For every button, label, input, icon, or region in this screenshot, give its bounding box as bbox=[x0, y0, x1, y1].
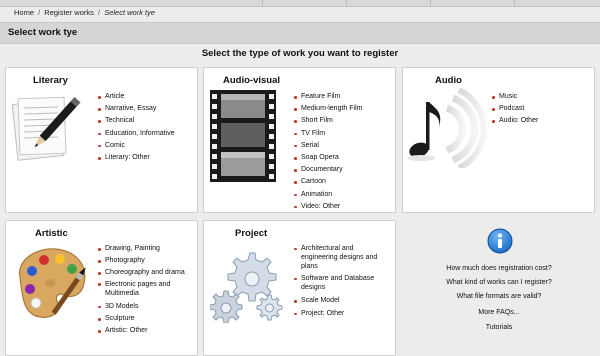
list-item[interactable]: Choreography and drama bbox=[98, 267, 194, 279]
pencil-paper-icon bbox=[12, 96, 81, 161]
paint-palette-icon bbox=[18, 248, 86, 318]
list-item[interactable]: 3D Models bbox=[98, 301, 194, 313]
faq-link-tutorials[interactable]: Tutorials bbox=[403, 324, 595, 331]
list-item[interactable]: Education, Informative bbox=[98, 128, 194, 140]
film-strip-icon bbox=[210, 90, 276, 182]
section-title: Select work tye bbox=[8, 27, 78, 38]
gears-icon bbox=[210, 252, 283, 323]
faq-link-kinds[interactable]: What kind of works can I register? bbox=[403, 279, 595, 286]
list-item[interactable]: Video: Other bbox=[294, 201, 392, 213]
tab-divider bbox=[514, 0, 515, 6]
list-item[interactable]: Short Film bbox=[294, 115, 392, 127]
list-item[interactable]: Serial bbox=[294, 140, 392, 152]
card-literary[interactable]: Literary Article Narrative, Essay Techni… bbox=[5, 67, 198, 213]
list-item[interactable]: Animation bbox=[294, 189, 392, 201]
list-item[interactable]: Documentary bbox=[294, 164, 392, 176]
breadcrumb-home-link[interactable]: Home bbox=[14, 8, 34, 17]
card-title-audio-visual: Audio-visual bbox=[223, 75, 281, 86]
list-item[interactable]: Literary: Other bbox=[98, 152, 194, 164]
audio-type-list: Music Podcast Audio: Other bbox=[492, 91, 592, 128]
list-item[interactable]: Soap Opera bbox=[294, 152, 392, 164]
list-item[interactable]: Project: Other bbox=[294, 308, 392, 320]
breadcrumb: Home / Register works / Select work tye bbox=[14, 8, 155, 17]
breadcrumb-register-link[interactable]: Register works bbox=[44, 8, 94, 17]
top-tab-strip bbox=[0, 0, 600, 7]
card-artistic[interactable]: Artistic Drawing, Painting Photography C… bbox=[5, 220, 198, 356]
breadcrumb-separator: / bbox=[98, 8, 101, 17]
list-item[interactable]: Cartoon bbox=[294, 176, 392, 188]
info-icon bbox=[487, 228, 513, 254]
list-item[interactable]: Medium-length Film bbox=[294, 103, 392, 115]
list-item[interactable]: Architectural and engineering designs an… bbox=[294, 244, 387, 271]
list-item[interactable]: Article bbox=[98, 91, 194, 103]
card-audio[interactable]: Audio Music Podcast Audio: Other bbox=[402, 67, 595, 213]
card-audio-visual[interactable]: Audio-visual Feature Film Medium-length … bbox=[203, 67, 396, 213]
tab-divider bbox=[346, 0, 347, 6]
list-item[interactable]: Sculpture bbox=[98, 313, 194, 325]
tab-divider bbox=[262, 0, 263, 6]
artistic-type-list: Drawing, Painting Photography Choreograp… bbox=[98, 243, 194, 337]
list-item[interactable]: Artistic: Other bbox=[98, 325, 194, 337]
list-item[interactable]: Electronic pages and Multimedia bbox=[98, 280, 187, 298]
faq-link-cost[interactable]: How much does registration cost? bbox=[403, 265, 595, 272]
card-project[interactable]: Project Architectural and engineering de… bbox=[203, 220, 396, 356]
card-title-project: Project bbox=[235, 228, 268, 239]
breadcrumb-current: Select work tye bbox=[104, 8, 156, 17]
breadcrumb-separator: / bbox=[38, 8, 41, 17]
project-type-list: Architectural and engineering designs an… bbox=[294, 244, 392, 320]
card-title-literary: Literary bbox=[33, 75, 68, 86]
tab-divider bbox=[430, 0, 431, 6]
list-item[interactable]: Podcast bbox=[492, 103, 592, 115]
section-header: Select work tye bbox=[0, 22, 600, 44]
music-note-speaker-icon bbox=[407, 88, 487, 168]
audio-visual-type-list: Feature Film Medium-length Film Short Fi… bbox=[294, 91, 392, 213]
literary-type-list: Article Narrative, Essay Technical Educa… bbox=[98, 91, 194, 164]
page-subtitle: Select the type of work you want to regi… bbox=[201, 48, 399, 59]
faq-link-more[interactable]: More FAQs... bbox=[403, 309, 595, 316]
list-item[interactable]: Narrative, Essay bbox=[98, 103, 194, 115]
list-item[interactable]: Drawing, Painting bbox=[98, 243, 194, 255]
list-item[interactable]: Audio: Other bbox=[492, 115, 592, 127]
list-item[interactable]: Software and Database designs bbox=[294, 274, 387, 292]
list-item[interactable]: Music bbox=[492, 91, 592, 103]
faq-link-formats[interactable]: What file formats are valid? bbox=[403, 293, 595, 300]
list-item[interactable]: Scale Model bbox=[294, 295, 392, 307]
list-item[interactable]: Technical bbox=[98, 115, 194, 127]
list-item[interactable]: Photography bbox=[98, 255, 194, 267]
faq-panel: How much does registration cost? What ki… bbox=[403, 224, 595, 353]
card-title-artistic: Artistic bbox=[35, 228, 68, 239]
card-title-audio: Audio bbox=[435, 75, 462, 86]
list-item[interactable]: Comic bbox=[98, 140, 194, 152]
list-item[interactable]: Feature Film bbox=[294, 91, 392, 103]
list-item[interactable]: TV Film bbox=[294, 128, 392, 140]
